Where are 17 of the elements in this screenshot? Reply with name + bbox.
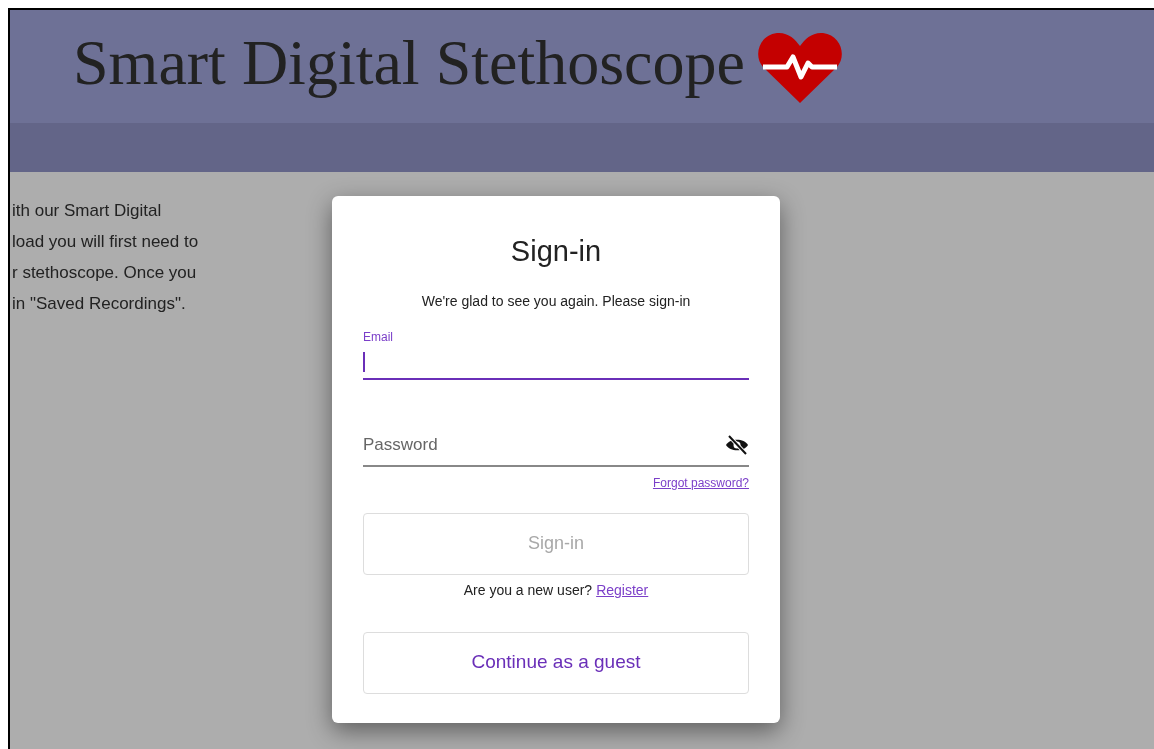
email-field[interactable]: Email — [363, 327, 749, 380]
dialog-title: Sign-in — [510, 234, 602, 269]
eye-off-icon[interactable] — [725, 434, 749, 455]
register-prompt: Are you a new user? — [463, 580, 593, 600]
body-text: load you will first need to — [12, 231, 199, 253]
body-text: in "Saved Recordings". — [12, 293, 186, 315]
email-label: Email — [363, 328, 394, 346]
app-title: Smart Digital Stethoscope — [73, 30, 745, 100]
forgot-password-link[interactable]: Forgot password? — [652, 473, 749, 492]
register-link[interactable]: Register — [596, 579, 649, 601]
body-text: r stethoscope. Once you — [12, 262, 197, 284]
password-field[interactable]: Password — [363, 424, 749, 467]
body-text: ith our Smart Digital — [12, 200, 162, 222]
text-cursor — [363, 351, 365, 372]
dialog-subtitle: We're glad to see you again. Please sign-in — [421, 291, 691, 311]
guest-button[interactable]: Continue as a guest — [363, 631, 749, 694]
password-placeholder: Password — [363, 433, 438, 456]
